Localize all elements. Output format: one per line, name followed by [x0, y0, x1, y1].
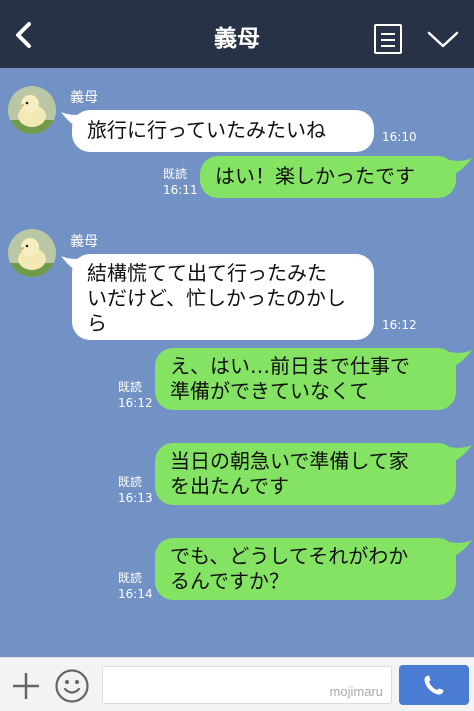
message-time: 16:12 — [382, 318, 417, 332]
notes-button[interactable] — [374, 24, 402, 54]
chevron-down-icon — [427, 31, 459, 48]
message-bubble-outgoing[interactable]: 当日の朝急いで準備して家 を出たんです — [155, 443, 456, 505]
expand-button[interactable] — [426, 30, 460, 50]
chick-avatar-icon — [8, 86, 56, 134]
message-text-line: いだけど、忙しかったのかし — [87, 286, 346, 310]
avatar[interactable] — [8, 229, 56, 277]
message-text-line: でも、どうしてそれがわか — [170, 544, 409, 568]
message-bubble-incoming[interactable]: 旅行に行っていたみたいね — [72, 110, 374, 152]
message-text-line: え、はい…前日まで仕事で — [170, 354, 410, 378]
message-time: 16:13 — [118, 491, 153, 505]
message-bubble-outgoing[interactable]: でも、どうしてそれがわか るんですか？ — [155, 538, 456, 600]
emoji-button[interactable] — [54, 668, 90, 704]
message-text-line: るんですか？ — [170, 569, 289, 593]
message-text: 旅行に行っていたみたいね — [87, 118, 326, 142]
message-time: 16:11 — [163, 183, 198, 197]
message-input[interactable]: mojimaru — [102, 666, 392, 704]
bubble-tail — [450, 350, 472, 368]
smiley-icon — [55, 669, 89, 703]
message-composer: mojimaru — [0, 657, 474, 711]
message-text: はい！楽しかったです — [215, 164, 415, 188]
read-receipt: 既読 — [163, 167, 188, 181]
message-bubble-incoming[interactable]: 結構慌てて出て行ったみた いだけど、忙しかったのかし ら — [72, 254, 374, 340]
read-receipt: 既読 — [118, 475, 143, 489]
sender-name: 義母 — [70, 234, 98, 250]
message-text-line: 結構慌てて出て行ったみた — [87, 261, 327, 285]
message-time: 16:14 — [118, 587, 153, 601]
call-button[interactable] — [399, 665, 469, 705]
phone-icon — [424, 675, 444, 695]
chick-avatar-icon — [8, 229, 56, 277]
bubble-tail — [450, 445, 472, 463]
message-text-line: 当日の朝急いで準備して家 — [170, 449, 409, 473]
watermark: mojimaru — [329, 684, 383, 699]
message-text-line: を出たんです — [170, 474, 289, 498]
bubble-tail — [450, 158, 472, 176]
read-receipt: 既読 — [118, 380, 143, 394]
message-bubble-outgoing[interactable]: はい！楽しかったです — [200, 156, 456, 198]
bubble-tail — [450, 540, 472, 558]
message-text-line: 準備ができていなくて — [170, 379, 370, 403]
message-time: 16:10 — [382, 130, 417, 144]
chat-title: 義母 — [214, 26, 260, 52]
add-button[interactable] — [10, 670, 42, 702]
message-time: 16:12 — [118, 396, 153, 410]
sender-name: 義母 — [70, 90, 98, 106]
chat-header: 義母 — [0, 0, 474, 68]
read-receipt: 既読 — [118, 571, 143, 585]
message-bubble-outgoing[interactable]: え、はい…前日まで仕事で 準備ができていなくて — [155, 348, 456, 410]
avatar[interactable] — [8, 86, 56, 134]
plus-icon — [13, 673, 39, 699]
message-text-line: ら — [87, 311, 107, 335]
